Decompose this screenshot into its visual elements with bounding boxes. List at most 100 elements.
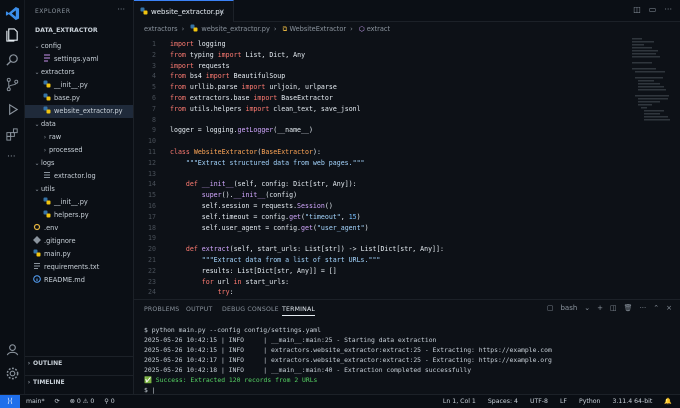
terminal-line: 2025-05-26 10:42:15 | INFO | extractors.… (144, 346, 552, 354)
code-line: 8 (152, 115, 156, 124)
tree-file-extractor-log[interactable]: extractor.log (25, 170, 133, 183)
sync-icon[interactable]: ⟳ (55, 398, 60, 405)
outline-section[interactable]: › OUTLINE (25, 356, 133, 370)
extensions-icon[interactable] (5, 127, 20, 142)
gear-icon[interactable] (5, 366, 20, 381)
python-file-icon (43, 80, 51, 88)
minimap[interactable] (632, 37, 670, 127)
tab-label: website_extractor.py (151, 8, 224, 16)
bell-icon[interactable]: 🔔 (664, 398, 672, 405)
tree-folder-extractors[interactable]: ⌄extractors (25, 66, 133, 79)
code-line: 16 self.session = requests.Session() (148, 202, 333, 210)
more-actions-icon[interactable]: ··· (664, 5, 672, 14)
tree-folder-logs[interactable]: ⌄logs (25, 157, 133, 170)
trash-icon[interactable]: 🗑 (624, 304, 633, 312)
explorer-more-icon[interactable]: ··· (117, 5, 125, 14)
tree-file-requirements[interactable]: requirements.txt (25, 261, 133, 274)
chevron-right-icon: › (27, 360, 31, 367)
tree-file-readme[interactable]: README.md (25, 274, 133, 287)
outline-label: OUTLINE (33, 360, 63, 367)
tab-problems[interactable]: PROBLEMS (144, 306, 179, 313)
tree-file-helpers-py[interactable]: helpers.py (25, 209, 133, 222)
tree-file-gitignore[interactable]: .gitignore (25, 235, 133, 248)
tree-label: extractors (41, 68, 75, 76)
run-debug-icon[interactable] (5, 102, 20, 117)
source-control-icon[interactable] (5, 77, 20, 92)
tree-file-utils-init[interactable]: __init__.py (25, 196, 133, 209)
python-file-icon (43, 106, 51, 114)
chevron-down-icon: ⌄ (34, 186, 40, 193)
timeline-section[interactable]: › TIMELINE (25, 375, 133, 389)
tree-folder-utils[interactable]: ⌄utils (25, 183, 133, 196)
git-branch[interactable]: main* (26, 398, 45, 405)
python-interpreter[interactable]: 3.11.4 64-bit (612, 398, 652, 405)
split-terminal-icon[interactable]: ◫ (610, 304, 617, 312)
code-line: 24 try: (148, 288, 234, 297)
tab-debug-console[interactable]: DEBUG CONSOLE (222, 306, 279, 313)
tree-folder-data[interactable]: ⌄data (25, 118, 133, 131)
workspace-root[interactable]: DATA_EXTRACTOR (25, 24, 133, 37)
code-editor[interactable]: 1 import logging 2 from typing import List… (134, 37, 680, 299)
code-line: 23 for url in start_urls: (148, 277, 290, 286)
chevron-down-icon[interactable]: ⌄ (584, 304, 590, 312)
code-line: 10 (148, 137, 156, 146)
terminal-line: 2025-05-26 10:42:18 | INFO | __main__:ma… (144, 366, 472, 374)
more-actions-icon[interactable]: ··· (640, 304, 647, 312)
code-line: 15 super().__init__(config) (148, 191, 298, 200)
tree-file-settings-yaml[interactable]: settings.yaml (25, 53, 133, 66)
new-terminal-icon[interactable]: + (597, 304, 603, 312)
indentation[interactable]: Spaces: 4 (488, 398, 518, 405)
terminal-icon: ▢ (546, 304, 554, 312)
vscode-logo-icon (5, 6, 20, 21)
tree-label: requirements.txt (44, 263, 100, 271)
problems-count[interactable]: ⊗ 0 ⚠ 0 (70, 398, 95, 405)
breadcrumb-item[interactable]: website_extractor.py (201, 25, 270, 33)
ports-count[interactable]: ⚲ 0 (104, 398, 114, 405)
terminal-shell-label[interactable]: bash (560, 304, 577, 312)
breadcrumb-item[interactable]: extract (367, 25, 390, 33)
tree-file-extractors-init[interactable]: __init__.py (25, 79, 133, 92)
tab-terminal[interactable]: TERMINAL (282, 306, 316, 316)
remote-icon[interactable]: ⟩⟨ (0, 395, 20, 408)
close-icon[interactable]: × (666, 304, 672, 312)
tree-label: __init__.py (54, 198, 88, 206)
chevron-right-icon: › (273, 25, 277, 33)
python-file-icon (190, 24, 198, 32)
tree-folder-processed[interactable]: › processed (25, 144, 133, 157)
tree-label: extractor.log (54, 172, 96, 180)
tree-file-base-py[interactable]: base.py (25, 92, 133, 105)
search-icon[interactable] (5, 52, 20, 67)
breadcrumb-item[interactable]: WebsiteExtractor (289, 25, 346, 33)
close-icon[interactable]: × (218, 1, 225, 23)
more-icon[interactable]: ··· (7, 152, 16, 162)
editor-actions: ◫ ▭ ··· (625, 5, 672, 14)
status-bar: ⟩⟨ main* ⟳ ⊗ 0 ⚠ 0 ⚲ 0 Ln 1, Col 1 Spaces: 4 U… (0, 394, 680, 408)
breadcrumb-item[interactable]: extractors (144, 25, 178, 33)
vscode-window: ··· EXPLORER ··· DATA_EXTRACTOR ⌄config … (0, 0, 680, 408)
breadcrumb: extractors › website_extractor.py › ⧉ Webs… (134, 22, 680, 37)
tree-folder-config[interactable]: ⌄config (25, 40, 133, 53)
code-line: 14 def __init__(self, config: Dict[str, … (148, 180, 357, 189)
tree-file-env[interactable]: .env (25, 222, 133, 235)
maximize-panel-icon[interactable]: ⌃ (653, 304, 659, 312)
encoding[interactable]: UTF-8 (530, 398, 548, 405)
tree-label: raw (49, 133, 62, 141)
chevron-right-icon: › (27, 379, 31, 386)
tab-output[interactable]: OUTPUT (186, 306, 212, 313)
split-editor-icon[interactable]: ◫ (633, 5, 641, 14)
code-line: 11 class WebsiteExtractor(BaseExtractor): (148, 148, 321, 156)
tree-file-main-py[interactable]: main.py (25, 248, 133, 261)
tree-label: logs (41, 159, 55, 167)
tab-website-extractor[interactable]: website_extractor.py × (134, 0, 234, 22)
line-ending[interactable]: LF (560, 398, 567, 405)
language-mode[interactable]: Python (579, 398, 600, 405)
account-icon[interactable] (5, 342, 20, 357)
layout-icon[interactable]: ▭ (649, 5, 657, 14)
tree-file-website-extractor[interactable]: website_extractor.py (25, 105, 133, 118)
chevron-down-icon: ⌄ (34, 69, 40, 76)
chevron-right-icon: › (350, 25, 353, 33)
code-line: 7 from utils.helpers import clean_text, s… (152, 104, 361, 113)
explorer-icon[interactable] (5, 27, 20, 42)
tree-folder-raw[interactable]: › raw (25, 131, 133, 144)
cursor-position[interactable]: Ln 1, Col 1 (443, 398, 476, 405)
